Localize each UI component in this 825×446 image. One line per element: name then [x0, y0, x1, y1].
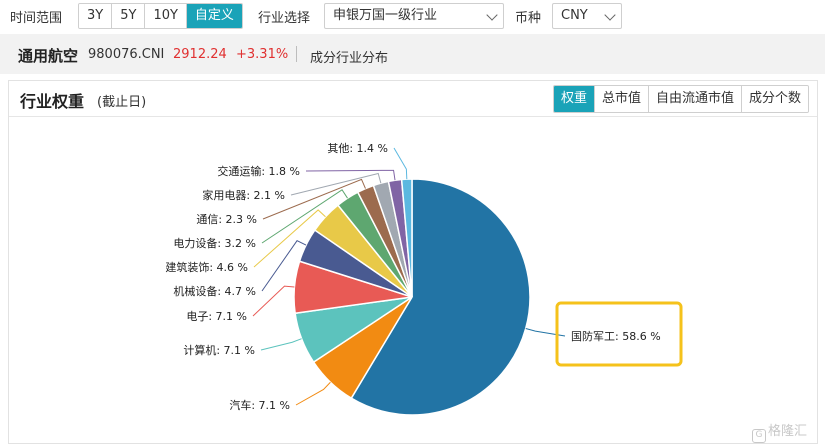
data-label-家用电器: 家用电器: 2.1 %	[202, 188, 285, 202]
leader-line-交通运输	[305, 169, 396, 181]
leader-line-计算机	[260, 338, 302, 351]
watermark-logo-icon: G	[752, 429, 766, 443]
data-label-计算机: 计算机: 7.1 %	[183, 343, 255, 357]
data-label-电力设备: 电力设备: 3.2 %	[173, 236, 256, 250]
data-label-建筑装饰: 建筑装饰: 4.6 %	[165, 260, 248, 274]
data-label-通信: 通信: 2.3 %	[196, 213, 257, 226]
data-label-汽车: 汽车: 7.1 %	[229, 398, 290, 412]
watermark-text: 格隆汇	[768, 424, 808, 439]
watermark: G 格隆汇	[752, 420, 807, 443]
data-label-其他: 其他: 1.4 %	[327, 142, 388, 155]
leader-line-其他	[393, 147, 408, 180]
data-label-电子: 电子: 7.1 %	[186, 310, 247, 323]
leader-line-电子	[252, 285, 295, 317]
data-label-交通运输: 交通运输: 1.8 %	[217, 164, 300, 178]
data-label-机械设备: 机械设备: 4.7 %	[173, 284, 256, 298]
data-label-国防军工: 国防军工: 58.6 %	[571, 329, 661, 343]
leader-line-汽车	[295, 381, 331, 406]
industry-weight-pie-chart: 国防军工: 58.6 % 汽车: 7.1 % 计算机: 7.1 % 电子: 7.1 %…	[165, 142, 683, 416]
leader-line-国防军工	[525, 328, 566, 337]
